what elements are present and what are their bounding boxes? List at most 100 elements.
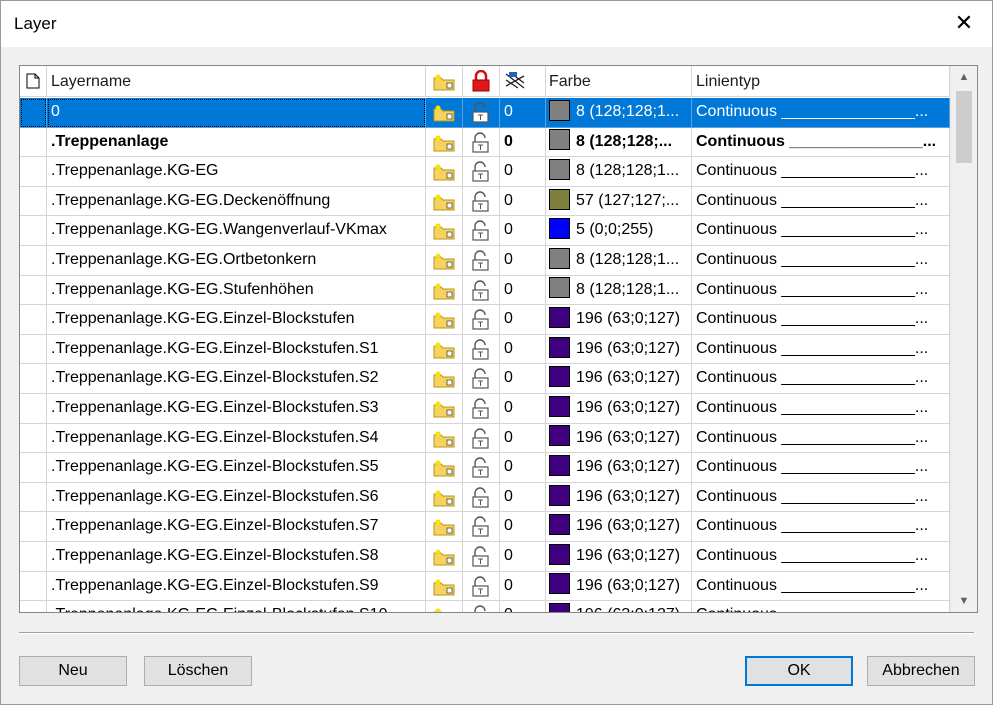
- layer-name[interactable]: .Treppenanlage.KG-EG.Einzel-Blockstufen: [47, 305, 426, 335]
- print-value[interactable]: 0: [500, 453, 546, 483]
- lock-toggle[interactable]: [463, 394, 500, 424]
- layer-name[interactable]: .Treppenanlage.KG-EG.Einzel-Blockstufen.…: [47, 571, 426, 602]
- visible-toggle[interactable]: [426, 305, 463, 335]
- print-value[interactable]: 0: [500, 98, 546, 128]
- row-marker[interactable]: [20, 157, 47, 187]
- visible-toggle[interactable]: [426, 98, 463, 128]
- print-value[interactable]: 0: [500, 157, 546, 187]
- visible-toggle[interactable]: [426, 542, 463, 572]
- lock-toggle[interactable]: [463, 512, 500, 542]
- color-cell[interactable]: 196 (63;0;127): [546, 423, 692, 454]
- cancel-button[interactable]: Abbrechen: [867, 656, 975, 686]
- linetype-cell[interactable]: Continuous _______________...: [692, 394, 950, 424]
- row-marker[interactable]: [20, 423, 47, 454]
- layer-name[interactable]: .Treppenanlage.KG-EG.Einzel-Blockstufen.…: [47, 334, 426, 365]
- table-row[interactable]: .Treppenanlage.KG-EG.Einzel-Blockstufen.…: [20, 453, 950, 483]
- header-lock[interactable]: [463, 66, 500, 97]
- color-cell[interactable]: 196 (63;0;127): [546, 453, 692, 483]
- linetype-cell[interactable]: Continuous _______________...: [692, 186, 950, 217]
- row-marker[interactable]: [20, 571, 47, 602]
- layer-name[interactable]: .Treppenanlage: [47, 127, 426, 158]
- print-value[interactable]: 0: [500, 127, 546, 158]
- row-marker[interactable]: [20, 246, 47, 276]
- header-print[interactable]: [500, 66, 546, 97]
- linetype-cell[interactable]: Continuous _______________...: [692, 364, 950, 394]
- lock-toggle[interactable]: [463, 216, 500, 246]
- visible-toggle[interactable]: [426, 394, 463, 424]
- table-row[interactable]: .Treppenanlage 0 8 (128;128;... Continuous …: [20, 127, 950, 158]
- row-marker[interactable]: [20, 334, 47, 365]
- table-row[interactable]: .Treppenanlage.KG-EG.Einzel-Blockstufen.…: [20, 394, 950, 424]
- visible-toggle[interactable]: [426, 216, 463, 246]
- color-cell[interactable]: 196 (63;0;127): [546, 601, 692, 612]
- lock-toggle[interactable]: [463, 453, 500, 483]
- row-marker[interactable]: [20, 364, 47, 394]
- header-layername[interactable]: Layername: [47, 66, 426, 97]
- visible-toggle[interactable]: [426, 364, 463, 394]
- lock-toggle[interactable]: [463, 364, 500, 394]
- color-cell[interactable]: 8 (128;128;...: [546, 127, 692, 158]
- scroll-thumb[interactable]: [956, 91, 972, 163]
- table-row[interactable]: .Treppenanlage.KG-EG.Einzel-Blockstufen.…: [20, 482, 950, 513]
- linetype-cell[interactable]: Continuous _______________...: [692, 423, 950, 454]
- row-marker[interactable]: [20, 453, 47, 483]
- row-marker[interactable]: [20, 275, 47, 306]
- table-row[interactable]: .Treppenanlage.KG-EG.Einzel-Blockstufen 0…: [20, 305, 950, 335]
- color-cell[interactable]: 8 (128;128;1...: [546, 246, 692, 276]
- layer-name[interactable]: .Treppenanlage.KG-EG.Einzel-Blockstufen.…: [47, 542, 426, 572]
- layer-grid[interactable]: Layername Farbe Linientyp 0 0 8 (128;128…: [19, 65, 978, 613]
- layer-name[interactable]: 0: [47, 98, 426, 128]
- header-linientyp[interactable]: Linientyp: [692, 66, 950, 97]
- table-row[interactable]: .Treppenanlage.KG-EG.Einzel-Blockstufen.…: [20, 423, 950, 454]
- visible-toggle[interactable]: [426, 482, 463, 513]
- delete-button[interactable]: Löschen: [144, 656, 252, 686]
- table-row[interactable]: .Treppenanlage.KG-EG.Einzel-Blockstufen.…: [20, 512, 950, 542]
- lock-toggle[interactable]: [463, 246, 500, 276]
- table-row[interactable]: .Treppenanlage.KG-EG.Einzel-Blockstufen.…: [20, 334, 950, 365]
- visible-toggle[interactable]: [426, 157, 463, 187]
- linetype-cell[interactable]: Continuous _______________...: [692, 601, 950, 612]
- color-cell[interactable]: 5 (0;0;255): [546, 216, 692, 246]
- row-marker[interactable]: [20, 216, 47, 246]
- visible-toggle[interactable]: [426, 334, 463, 365]
- lock-toggle[interactable]: [463, 98, 500, 128]
- lock-toggle[interactable]: [463, 571, 500, 602]
- linetype-cell[interactable]: Continuous _______________...: [692, 334, 950, 365]
- layer-name[interactable]: .Treppenanlage.KG-EG.Einzel-Blockstufen.…: [47, 423, 426, 454]
- table-row[interactable]: 0 0 8 (128;128;1... Continuous ____________…: [20, 98, 950, 128]
- layer-name[interactable]: .Treppenanlage.KG-EG: [47, 157, 426, 187]
- lock-toggle[interactable]: [463, 601, 500, 612]
- visible-toggle[interactable]: [426, 275, 463, 306]
- visible-toggle[interactable]: [426, 127, 463, 158]
- color-cell[interactable]: 196 (63;0;127): [546, 334, 692, 365]
- visible-toggle[interactable]: [426, 512, 463, 542]
- linetype-cell[interactable]: Continuous _______________...: [692, 453, 950, 483]
- table-row[interactable]: .Treppenanlage.KG-EG.Einzel-Blockstufen.…: [20, 364, 950, 394]
- lock-toggle[interactable]: [463, 334, 500, 365]
- lock-toggle[interactable]: [463, 275, 500, 306]
- print-value[interactable]: 0: [500, 423, 546, 454]
- color-cell[interactable]: 196 (63;0;127): [546, 571, 692, 602]
- row-marker[interactable]: [20, 98, 47, 128]
- lock-toggle[interactable]: [463, 186, 500, 217]
- layer-name[interactable]: .Treppenanlage.KG-EG.Einzel-Blockstufen.…: [47, 364, 426, 394]
- lock-toggle[interactable]: [463, 482, 500, 513]
- table-row[interactable]: .Treppenanlage.KG-EG.Einzel-Blockstufen.…: [20, 571, 950, 602]
- linetype-cell[interactable]: Continuous _______________...: [692, 512, 950, 542]
- row-marker[interactable]: [20, 512, 47, 542]
- visible-toggle[interactable]: [426, 453, 463, 483]
- linetype-cell[interactable]: Continuous _______________...: [692, 98, 950, 128]
- table-row[interactable]: .Treppenanlage.KG-EG.Stufenhöhen 0 8 (128;…: [20, 275, 950, 306]
- color-cell[interactable]: 196 (63;0;127): [546, 364, 692, 394]
- ok-button[interactable]: OK: [745, 656, 853, 686]
- layer-name[interactable]: .Treppenanlage.KG-EG.Einzel-Blockstufen.…: [47, 482, 426, 513]
- color-cell[interactable]: 196 (63;0;127): [546, 512, 692, 542]
- linetype-cell[interactable]: Continuous _______________...: [692, 127, 950, 158]
- print-value[interactable]: 0: [500, 275, 546, 306]
- print-value[interactable]: 0: [500, 482, 546, 513]
- lock-toggle[interactable]: [463, 305, 500, 335]
- visible-toggle[interactable]: [426, 246, 463, 276]
- linetype-cell[interactable]: Continuous _______________...: [692, 571, 950, 602]
- header-farbe[interactable]: Farbe: [546, 66, 692, 97]
- print-value[interactable]: 0: [500, 394, 546, 424]
